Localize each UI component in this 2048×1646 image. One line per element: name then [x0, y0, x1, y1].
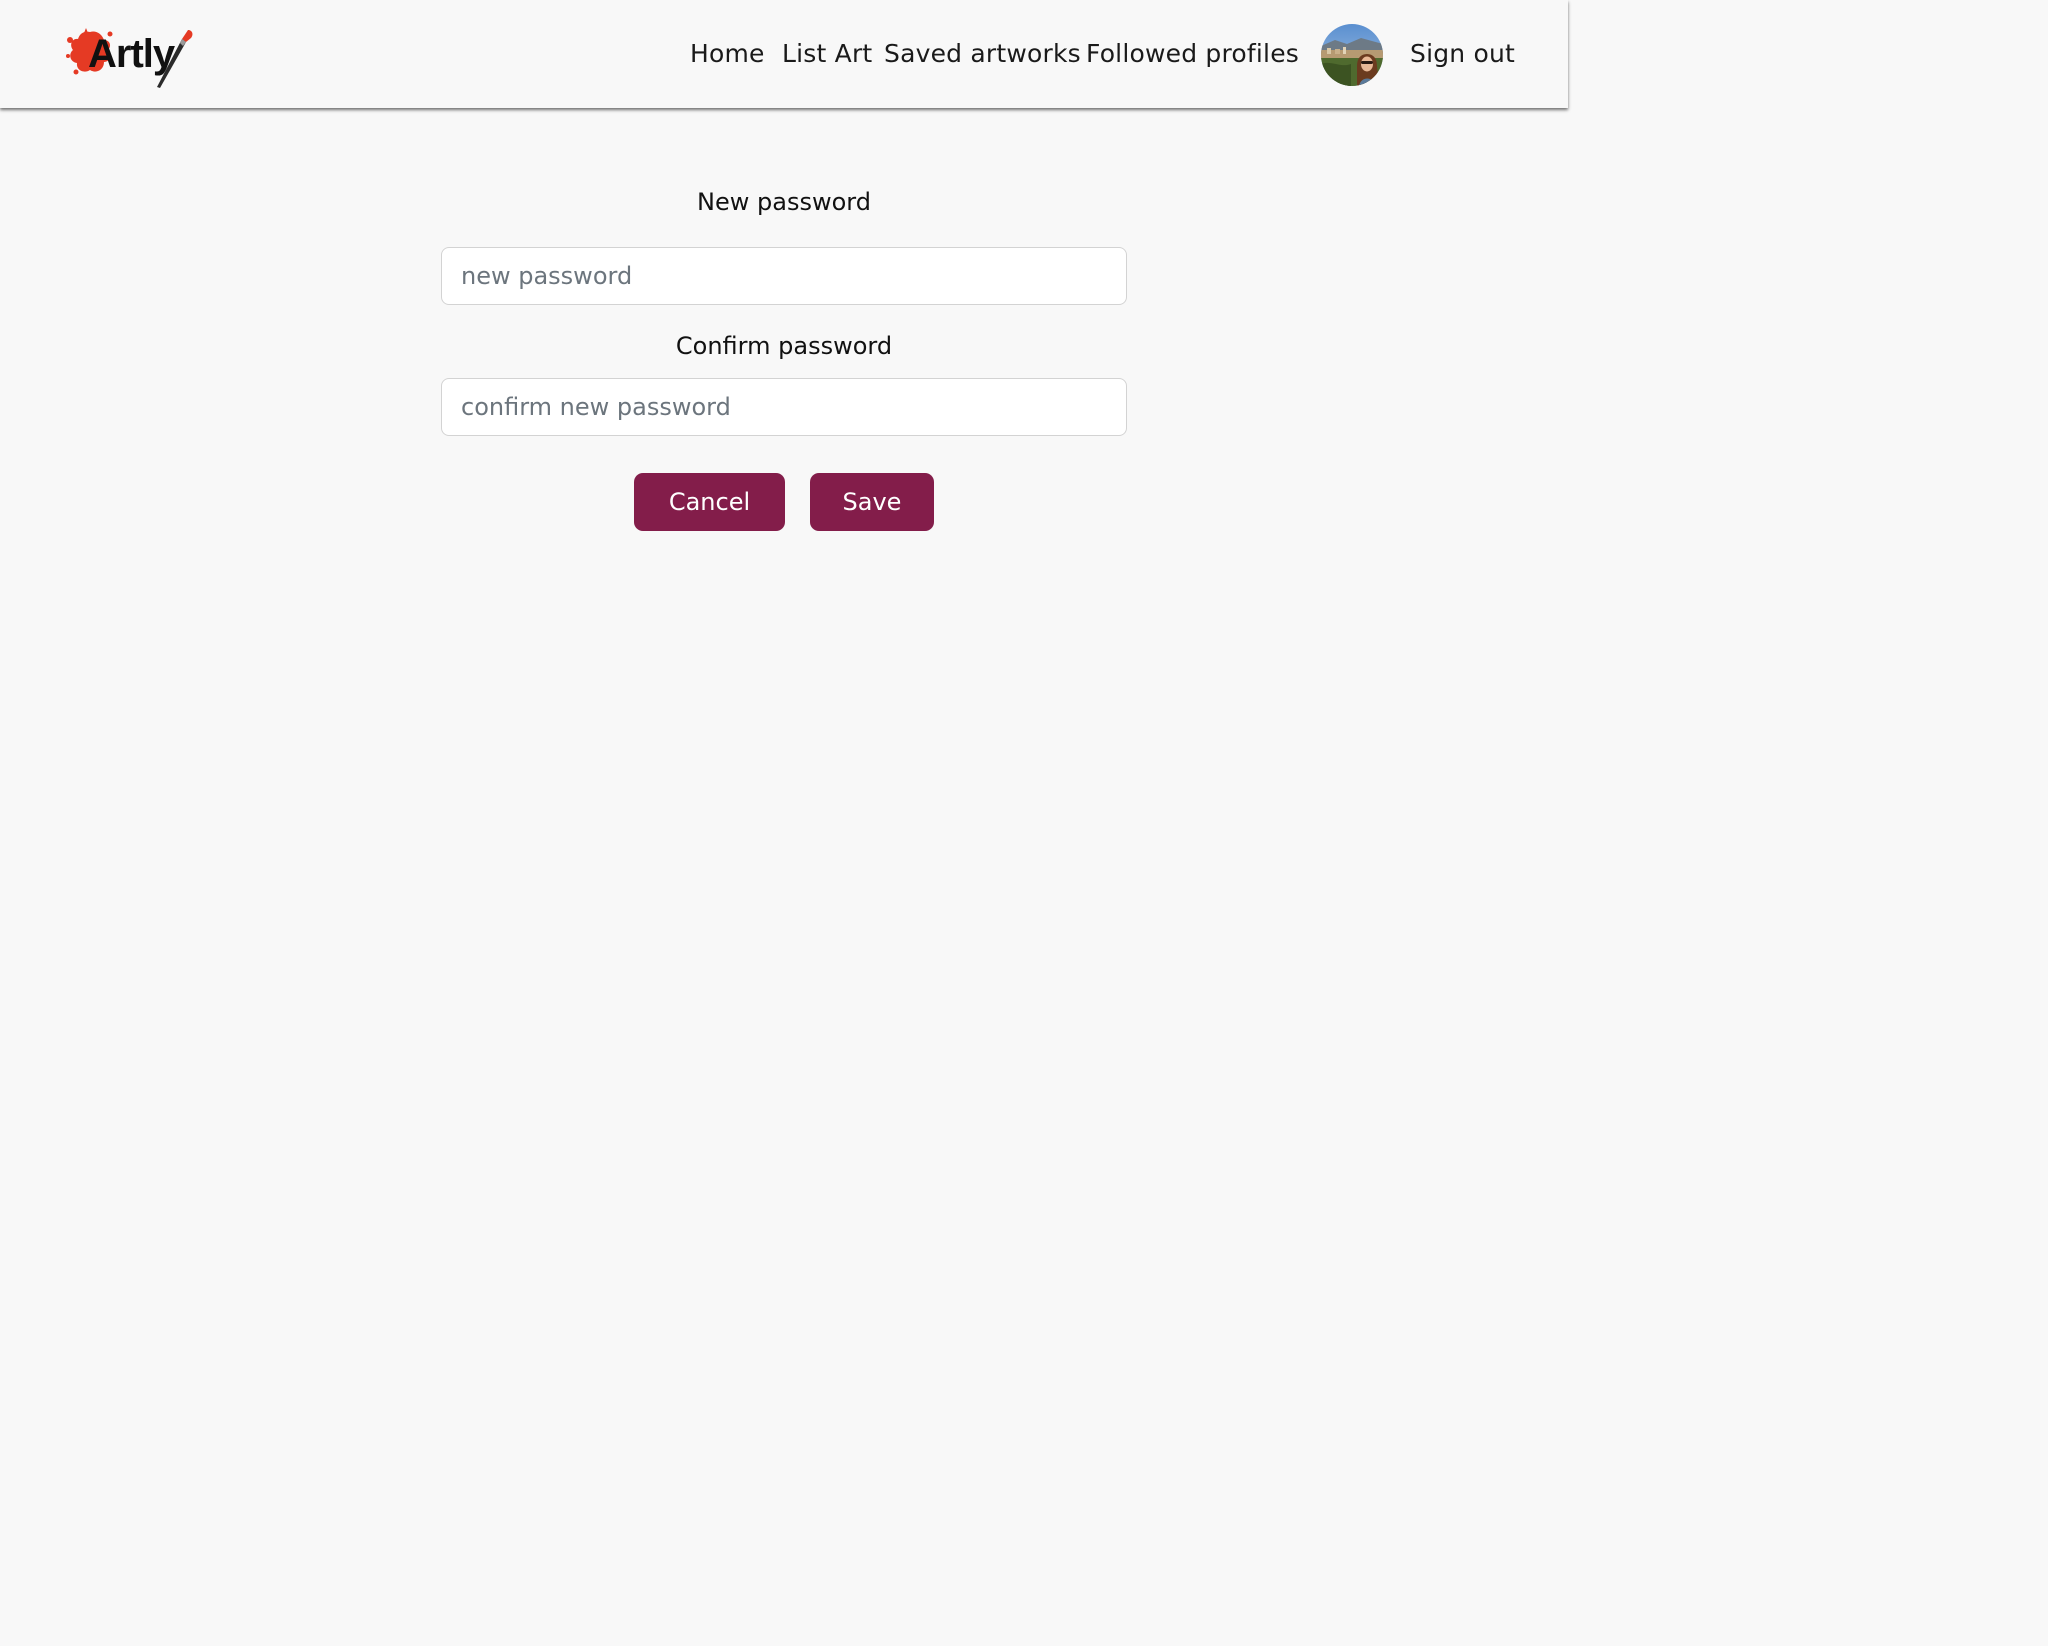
paintbrush-icon	[157, 30, 193, 88]
new-password-input[interactable]	[441, 247, 1127, 305]
confirm-password-label: Confirm password	[675, 332, 893, 360]
new-password-label: New password	[697, 188, 871, 216]
save-button[interactable]: Save	[810, 473, 934, 531]
nav-home-link[interactable]: Home	[690, 36, 765, 72]
cancel-button[interactable]: Cancel	[634, 473, 785, 531]
nav-saved-artworks-link[interactable]: Saved artworks	[884, 36, 1081, 72]
avatar[interactable]	[1321, 24, 1383, 86]
confirm-password-input[interactable]	[441, 378, 1127, 436]
brand-logo[interactable]: Artly	[66, 26, 196, 90]
navbar: Artly Home List Art Saved artworks Follo…	[0, 0, 1568, 108]
nav-list-art-link[interactable]: List Art	[782, 36, 872, 72]
sign-out-link[interactable]: Sign out	[1410, 36, 1515, 72]
nav-followed-profiles-link[interactable]: Followed profiles	[1086, 36, 1299, 72]
user-avatar-icon	[1321, 24, 1383, 86]
